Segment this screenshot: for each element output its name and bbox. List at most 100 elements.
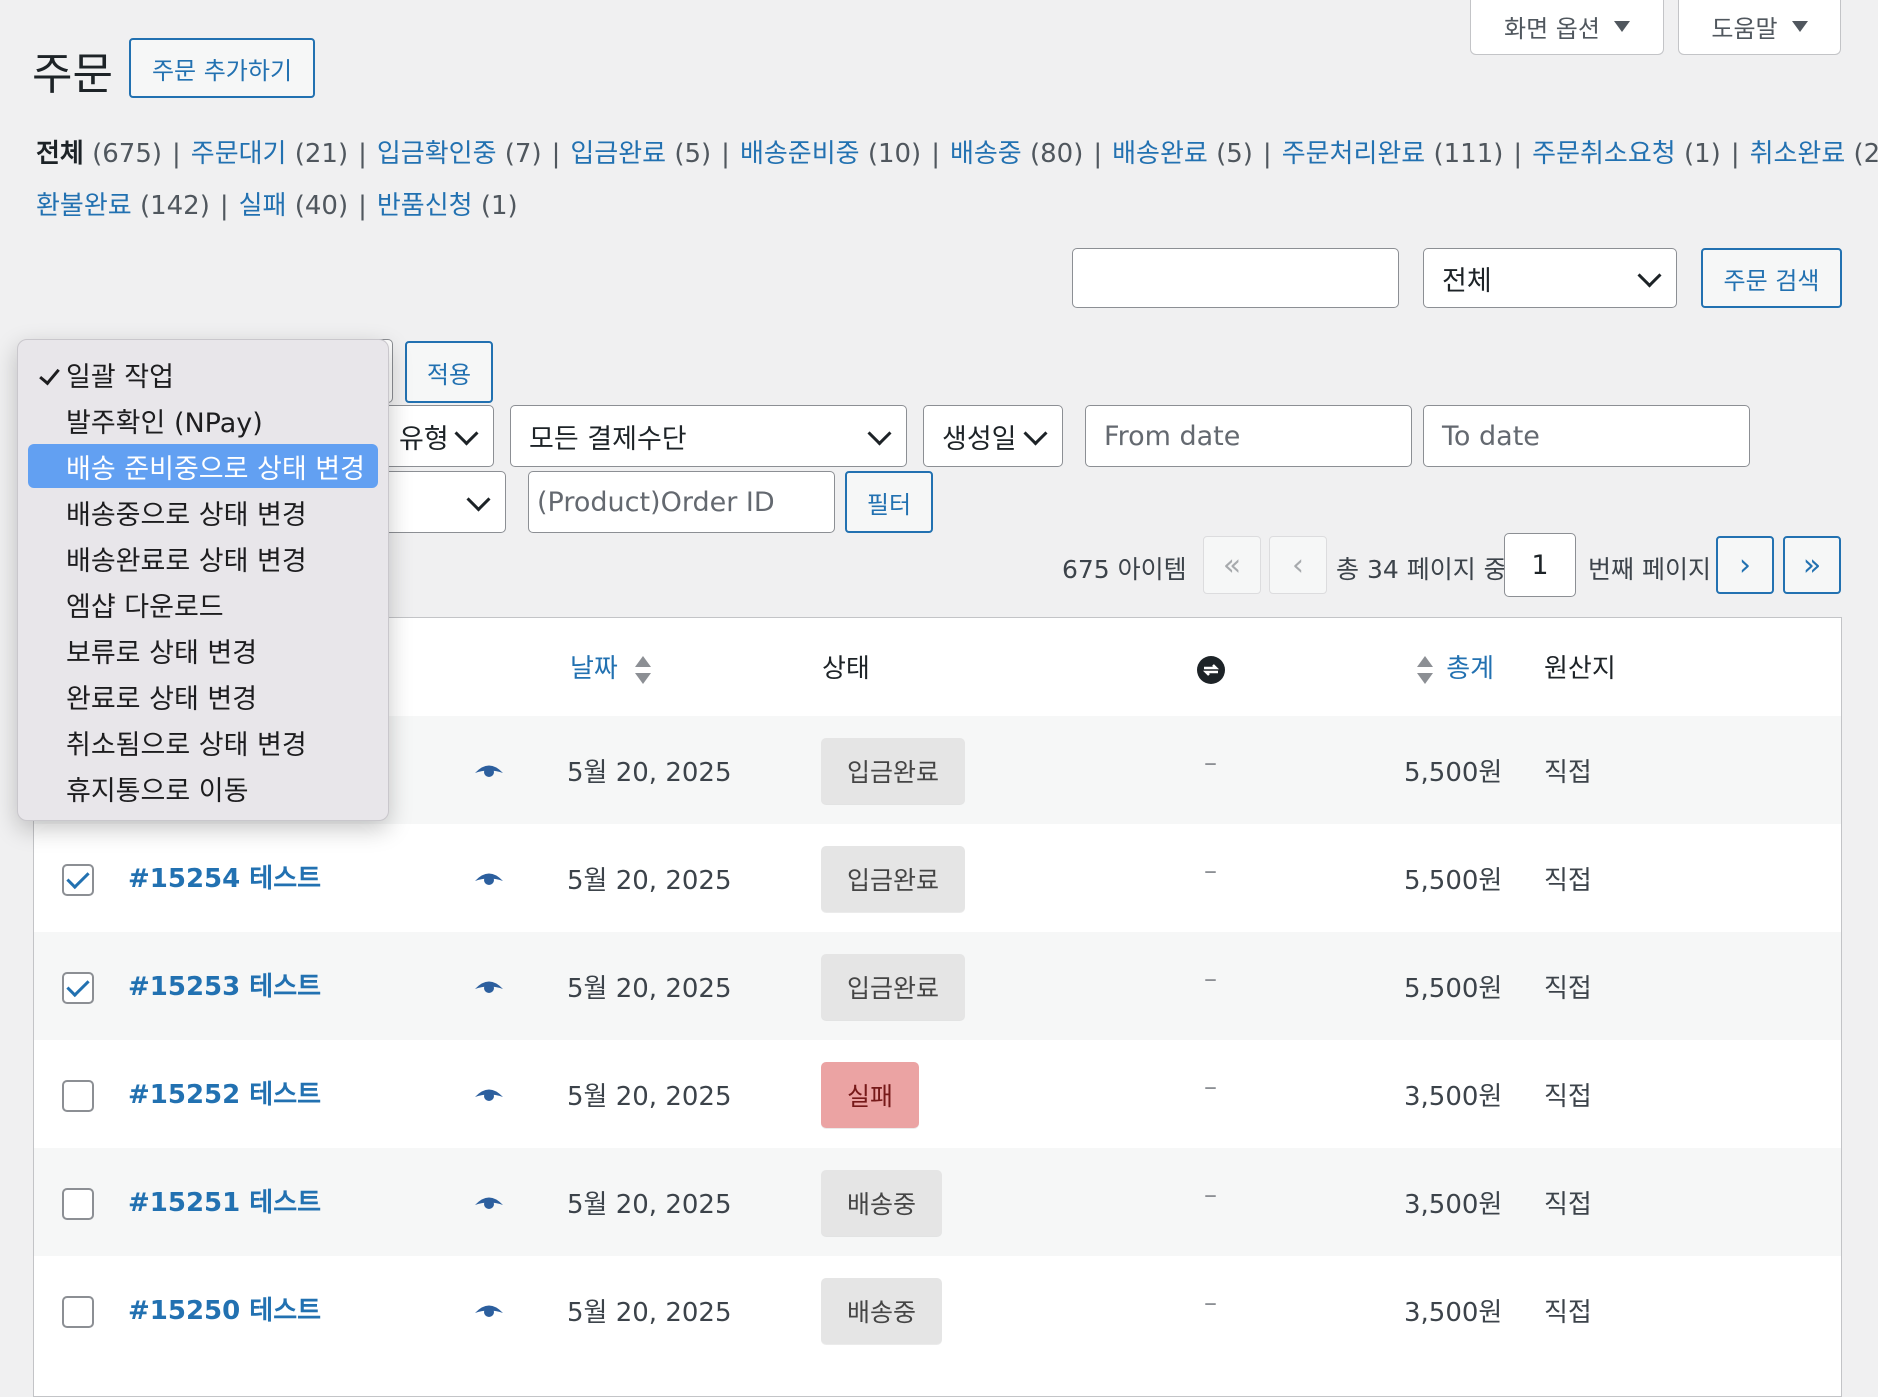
bulk-menu-item-to-shipping[interactable]: 배송중으로 상태 변경 <box>28 490 378 534</box>
status-filter-line-1: 전체 (675) | 주문대기 (21) | 입금확인중 (7) | 입금완료 (5) | 배송… <box>36 133 1878 170</box>
status-filter-paid[interactable]: 입금완료 (5) <box>570 139 711 169</box>
order-date: 5월 20, 2025 <box>567 1190 732 1220</box>
search-scope-value: 전체 <box>1442 265 1492 297</box>
eye-icon[interactable] <box>474 1194 504 1212</box>
status-badge: 실패 <box>821 1062 920 1128</box>
eye-icon[interactable] <box>474 870 504 888</box>
status-badge: 입금완료 <box>821 954 966 1020</box>
help-label: 도움말 <box>1711 14 1778 43</box>
status-badge: 배송중 <box>821 1170 943 1236</box>
bulk-action-menu: 일괄 작업 발주확인 (NPay) 배송 준비중으로 상태 변경 배송중으로 상… <box>17 339 389 821</box>
status-filter-refunded[interactable]: 환불완료 (142) <box>36 191 210 221</box>
status-filter-preparing[interactable]: 배송준비중 (10) <box>740 139 921 169</box>
table-row[interactable]: #15252 테스트 5월 20, 2025 실패 – 3,500원 직접 <box>34 1040 1841 1148</box>
items-count: 675 아이템 <box>1062 555 1187 584</box>
order-date: 5월 20, 2025 <box>567 974 732 1004</box>
bulk-menu-item-to-on-hold[interactable]: 보류로 상태 변경 <box>28 628 378 672</box>
row-checkbox[interactable] <box>62 1296 94 1328</box>
row-checkbox[interactable] <box>62 972 94 1004</box>
order-date: 5월 20, 2025 <box>567 1082 732 1112</box>
screen-options-tab[interactable]: 화면 옵션 <box>1470 0 1664 55</box>
row-checkbox[interactable] <box>62 864 94 896</box>
order-link[interactable]: #15251 테스트 <box>128 1182 321 1219</box>
status-filter-cancelled[interactable]: 취소완료 (252) <box>1750 139 1878 169</box>
bulk-menu-item-bulk-actions[interactable]: 일괄 작업 <box>28 352 378 396</box>
order-link[interactable]: #15252 테스트 <box>128 1074 321 1111</box>
sort-icon <box>635 655 652 684</box>
bulk-menu-item-to-completed[interactable]: 완료로 상태 변경 <box>28 674 378 718</box>
next-page-button[interactable]: › <box>1716 536 1774 594</box>
status-badge: 입금완료 <box>821 846 966 912</box>
order-total: 3,500원 <box>1404 1082 1503 1112</box>
status-filter-return-request[interactable]: 반품신청 (1) <box>377 191 518 221</box>
bulk-menu-item-to-preparing[interactable]: 배송 준비중으로 상태 변경 <box>28 444 378 488</box>
column-total[interactable]: 총계 <box>1416 648 1494 685</box>
order-link[interactable]: #15253 테스트 <box>128 966 321 1003</box>
sort-icon <box>1417 655 1433 684</box>
table-row[interactable]: #15251 테스트 5월 20, 2025 배송중 – 3,500원 직접 <box>34 1148 1841 1256</box>
apply-button[interactable]: 적용 <box>405 341 493 403</box>
order-link[interactable]: #15250 테스트 <box>128 1290 321 1327</box>
to-date-input[interactable]: To date <box>1423 405 1750 467</box>
table-row[interactable]: #15254 테스트 5월 20, 2025 입금완료 – 5,500원 직접 <box>34 824 1841 932</box>
table-row[interactable]: #15250 테스트 5월 20, 2025 배송중 – 3,500원 직접 <box>34 1256 1841 1364</box>
status-filter-all[interactable]: 전체 (675) <box>36 139 162 169</box>
column-date[interactable]: 날짜 <box>570 648 652 685</box>
last-page-button[interactable]: » <box>1783 536 1841 594</box>
sync-value: – <box>1204 964 1217 994</box>
chevron-down-icon <box>454 421 479 446</box>
search-input[interactable] <box>1072 248 1399 308</box>
search-scope-select[interactable]: 전체 <box>1423 248 1677 308</box>
column-status: 상태 <box>822 654 870 684</box>
status-badge: 입금완료 <box>821 738 966 804</box>
status-filter-delivered[interactable]: 배송완료 (5) <box>1112 139 1253 169</box>
order-type-value: 유형 <box>399 423 449 455</box>
current-page-input[interactable]: 1 <box>1504 533 1576 597</box>
order-origin: 직접 <box>1544 974 1592 1004</box>
bulk-menu-item-mshop-download[interactable]: 엠샵 다운로드 <box>28 582 378 626</box>
order-date: 5월 20, 2025 <box>567 866 732 896</box>
pagination-suffix: 번째 페이지 <box>1588 555 1711 584</box>
payment-method-value: 모든 결제수단 <box>529 423 687 455</box>
table-row[interactable]: #15253 테스트 5월 20, 2025 입금완료 – 5,500원 직접 <box>34 932 1841 1040</box>
order-total: 3,500원 <box>1404 1190 1503 1220</box>
order-total: 5,500원 <box>1404 866 1503 896</box>
status-filter-completed[interactable]: 주문처리완료 (111) <box>1282 139 1504 169</box>
bulk-menu-item-to-cancelled[interactable]: 취소됨으로 상태 변경 <box>28 720 378 764</box>
order-link[interactable]: #15254 테스트 <box>128 858 321 895</box>
bulk-menu-item-to-delivered[interactable]: 배송완료로 상태 변경 <box>28 536 378 580</box>
date-type-select[interactable]: 생성일 <box>923 405 1063 467</box>
status-filter-cancel-request[interactable]: 주문취소요청 (1) <box>1532 139 1721 169</box>
status-filter-awaiting-payment[interactable]: 입금확인중 (7) <box>377 139 542 169</box>
order-total: 5,500원 <box>1404 974 1503 1004</box>
help-tab[interactable]: 도움말 <box>1678 0 1841 55</box>
checkmark-icon <box>39 363 60 386</box>
bulk-menu-item-move-to-trash[interactable]: 휴지통으로 이동 <box>28 766 378 810</box>
filter-button[interactable]: 필터 <box>845 471 933 533</box>
eye-icon[interactable] <box>474 1302 504 1320</box>
chevron-down-icon <box>466 487 491 512</box>
add-order-button[interactable]: 주문 추가하기 <box>129 38 315 98</box>
row-checkbox[interactable] <box>62 1080 94 1112</box>
search-orders-button[interactable]: 주문 검색 <box>1701 248 1842 308</box>
from-date-input[interactable]: From date <box>1085 405 1412 467</box>
status-filter-shipping[interactable]: 배송중 (80) <box>950 139 1083 169</box>
column-origin: 원산지 <box>1544 654 1616 684</box>
chevron-down-icon <box>1637 263 1662 288</box>
row-checkbox[interactable] <box>62 1188 94 1220</box>
sync-value: – <box>1204 1180 1217 1210</box>
prev-page-button[interactable]: ‹ <box>1269 536 1327 594</box>
eye-icon[interactable] <box>474 978 504 996</box>
status-filter-failed[interactable]: 실패 (40) <box>239 191 348 221</box>
order-origin: 직접 <box>1544 1190 1592 1220</box>
status-filter-line-2: 환불완료 (142) | 실패 (40) | 반품신청 (1) <box>36 191 518 221</box>
status-filter-pending[interactable]: 주문대기 (21) <box>191 139 348 169</box>
eye-icon[interactable] <box>474 762 504 780</box>
date-type-value: 생성일 <box>942 423 1017 455</box>
first-page-button[interactable]: « <box>1203 536 1261 594</box>
status-badge: 배송중 <box>821 1278 943 1344</box>
payment-method-select[interactable]: 모든 결제수단 <box>510 405 907 467</box>
eye-icon[interactable] <box>474 1086 504 1104</box>
bulk-menu-item-npay-confirm[interactable]: 발주확인 (NPay) <box>28 398 378 442</box>
order-id-input[interactable]: (Product)Order ID <box>528 471 835 533</box>
